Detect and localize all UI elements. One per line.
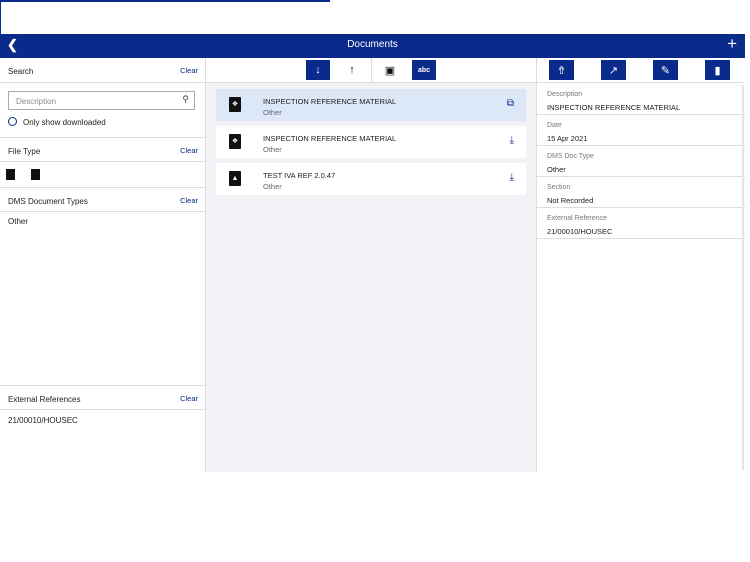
edit-document-icon: ✎: [660, 64, 671, 77]
details-scrollbar[interactable]: [742, 85, 744, 470]
external-ref-label: External References: [8, 395, 81, 404]
detail-external-reference: External Reference 21/00010/HOUSEC: [537, 208, 745, 239]
dms-label: DMS Document Types: [8, 197, 88, 206]
detail-label: External Reference: [547, 215, 607, 222]
document-title: TEST IVA REF 2.0.47: [263, 171, 336, 180]
arrow-down-icon: ↓: [315, 64, 321, 76]
details-toolbar: ⇮ ↗ ✎ ▮: [536, 58, 744, 83]
detail-value: 21/00010/HOUSEC: [547, 227, 613, 236]
sort-by-date-button[interactable]: ▣: [378, 60, 402, 80]
file-type-section: File Type Clear: [0, 137, 206, 162]
detail-label: Date: [547, 122, 562, 129]
dms-section: DMS Document Types Clear: [0, 187, 206, 212]
move-to-button[interactable]: ⇮: [549, 60, 574, 80]
edit-document-button[interactable]: ✎: [653, 60, 678, 80]
open-external-icon[interactable]: ⧉: [507, 98, 514, 109]
document-list-panel: ❖ INSPECTION REFERENCE MATERIAL Other ⧉ …: [206, 58, 536, 472]
detail-label: Description: [547, 91, 583, 98]
dms-clear-button[interactable]: Clear: [180, 196, 198, 205]
sort-toolbar: ↓ ↑ ▣ abc: [206, 58, 536, 83]
download-icon[interactable]: ⤓: [510, 135, 514, 146]
detail-value: Not Recorded: [547, 196, 594, 205]
detail-section: Section Not Recorded: [537, 177, 745, 208]
image-filter-icon[interactable]: [31, 169, 40, 180]
description-search-input[interactable]: Description ⚲: [8, 91, 195, 110]
only-downloaded-radio[interactable]: [8, 117, 17, 126]
pdf-filter-icon[interactable]: [6, 169, 15, 180]
add-button[interactable]: +: [727, 34, 737, 54]
details-panel: Description INSPECTION REFERENCE MATERIAL…: [536, 58, 745, 472]
detail-value: INSPECTION REFERENCE MATERIAL: [547, 103, 681, 112]
document-type: Other: [263, 145, 282, 154]
search-section: Search Clear: [0, 58, 206, 83]
download-icon[interactable]: ⤓: [510, 172, 514, 183]
document-row[interactable]: ▲ TEST IVA REF 2.0.47 Other ⤓: [216, 163, 526, 195]
sort-descending-button[interactable]: ↓: [306, 60, 330, 80]
document-type: Other: [263, 182, 282, 191]
document-title: INSPECTION REFERENCE MATERIAL: [263, 134, 397, 143]
external-ref-clear-button[interactable]: Clear: [180, 394, 198, 403]
pdf-icon: ❖: [229, 134, 241, 149]
open-external-icon: ↗: [608, 64, 619, 77]
arrow-up-icon: ↑: [349, 64, 355, 76]
detail-dms-doc-type: DMS Doc Type Other: [537, 146, 745, 177]
file-type-label: File Type: [8, 147, 41, 156]
document-title: INSPECTION REFERENCE MATERIAL: [263, 97, 397, 106]
search-label: Search: [8, 67, 34, 76]
image-file-icon: ▲: [229, 171, 241, 186]
detail-date: Date 15 Apr 2021: [537, 115, 745, 146]
window-edge: [0, 0, 1, 34]
page-title: Documents: [347, 39, 398, 50]
external-ref-section: External References Clear: [0, 385, 206, 410]
sort-ascending-button[interactable]: ↑: [340, 60, 364, 80]
abc-icon: abc: [417, 66, 431, 74]
detail-label: Section: [547, 184, 571, 191]
file-type-clear-button[interactable]: Clear: [180, 146, 198, 155]
calendar-icon: ▣: [384, 64, 396, 77]
filter-panel: Search Clear Description ⚲ Only show dow…: [0, 58, 206, 472]
pdf-icon: ❖: [229, 97, 241, 112]
detail-value: Other: [547, 165, 566, 174]
progress-line: [0, 0, 330, 2]
delete-button[interactable]: ▮: [705, 60, 730, 80]
dms-item[interactable]: Other: [8, 217, 28, 226]
detail-description: Description INSPECTION REFERENCE MATERIAL: [537, 84, 745, 115]
sort-alphabetical-button[interactable]: abc: [412, 60, 436, 80]
search-placeholder: Description: [16, 97, 57, 106]
document-type: Other: [263, 108, 282, 117]
search-icon: ⚲: [182, 94, 189, 104]
external-ref-item[interactable]: 21/00010/HOUSEC: [8, 416, 78, 425]
trash-icon: ▮: [714, 64, 721, 77]
header-bar: ❮ Documents +: [0, 34, 745, 58]
document-row[interactable]: ❖ INSPECTION REFERENCE MATERIAL Other ⤓: [216, 126, 526, 158]
open-external-button[interactable]: ↗: [601, 60, 626, 80]
search-clear-button[interactable]: Clear: [180, 66, 198, 75]
only-downloaded-label: Only show downloaded: [23, 118, 106, 127]
detail-value: 15 Apr 2021: [547, 134, 588, 143]
detail-label: DMS Doc Type: [547, 153, 594, 160]
document-row[interactable]: ❖ INSPECTION REFERENCE MATERIAL Other ⧉: [216, 89, 526, 121]
move-icon: ⇮: [556, 64, 567, 77]
